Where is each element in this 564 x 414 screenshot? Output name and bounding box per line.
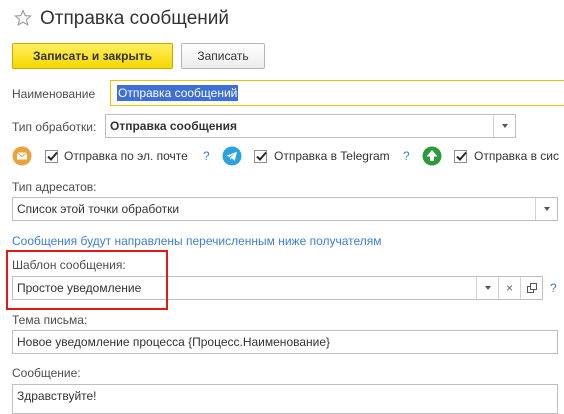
highlight-frame	[6, 250, 168, 310]
email-channel-help-button[interactable]: ?	[203, 149, 210, 163]
processing-type-label: Тип обработки:	[12, 120, 97, 134]
chevron-down-icon	[484, 286, 491, 290]
name-input[interactable]: Отправка сообщений	[110, 80, 564, 106]
recipient-type-value: Список этой точки обработки	[17, 202, 180, 216]
checkmark-icon	[456, 151, 467, 161]
message-value: Здравствуйте!	[17, 389, 97, 403]
favorite-star-icon[interactable]	[14, 9, 32, 27]
message-textarea[interactable]: Здравствуйте!	[12, 384, 558, 414]
telegram-channel-checkbox[interactable]	[254, 150, 267, 163]
system-channel-label: Отправка в сис	[474, 149, 559, 163]
message-label: Сообщение:	[12, 366, 81, 380]
name-label: Наименование	[12, 87, 96, 101]
subject-value: Новое уведомление процесса {Процесс.Наим…	[17, 335, 331, 349]
template-clear-button[interactable]: ×	[498, 277, 520, 299]
checkmark-icon	[47, 151, 58, 161]
processing-type-select[interactable]: Отправка сообщения	[105, 114, 516, 138]
recipient-type-label: Тип адресатов:	[12, 180, 97, 194]
recipient-type-dropdown-button[interactable]	[535, 198, 557, 220]
subject-input[interactable]: Новое уведомление процесса {Процесс.Наим…	[12, 330, 558, 354]
telegram-icon	[222, 146, 242, 166]
page-title: Отправка сообщений	[40, 8, 230, 29]
template-help-button[interactable]: ?	[550, 281, 557, 295]
system-channel-checkbox[interactable]	[454, 150, 467, 163]
save-and-close-button[interactable]: Записать и закрыть	[12, 43, 173, 69]
template-dropdown-button[interactable]	[476, 277, 498, 299]
telegram-channel-label: Отправка в Telegram	[274, 149, 390, 163]
clear-icon: ×	[505, 281, 513, 295]
subject-label: Тема письма:	[12, 313, 88, 327]
email-channel-checkbox[interactable]	[45, 150, 58, 163]
recipients-note: Сообщения будут направлены перечисленным…	[12, 234, 382, 248]
name-input-selected-text: Отправка сообщений	[117, 85, 239, 101]
template-open-button[interactable]	[520, 277, 542, 299]
processing-type-dropdown-button[interactable]	[493, 115, 515, 137]
recipient-type-select[interactable]: Список этой точки обработки	[12, 197, 558, 221]
chevron-down-icon	[543, 207, 550, 211]
checkmark-icon	[256, 151, 267, 161]
open-icon	[526, 283, 537, 293]
up-arrow-icon	[422, 146, 442, 166]
telegram-channel-help-button[interactable]: ?	[403, 149, 410, 163]
save-button[interactable]: Записать	[181, 43, 265, 69]
chevron-down-icon	[501, 124, 508, 128]
email-channel-label: Отправка по эл. почте	[64, 149, 188, 163]
envelope-icon	[12, 146, 32, 166]
processing-type-value: Отправка сообщения	[110, 119, 238, 133]
